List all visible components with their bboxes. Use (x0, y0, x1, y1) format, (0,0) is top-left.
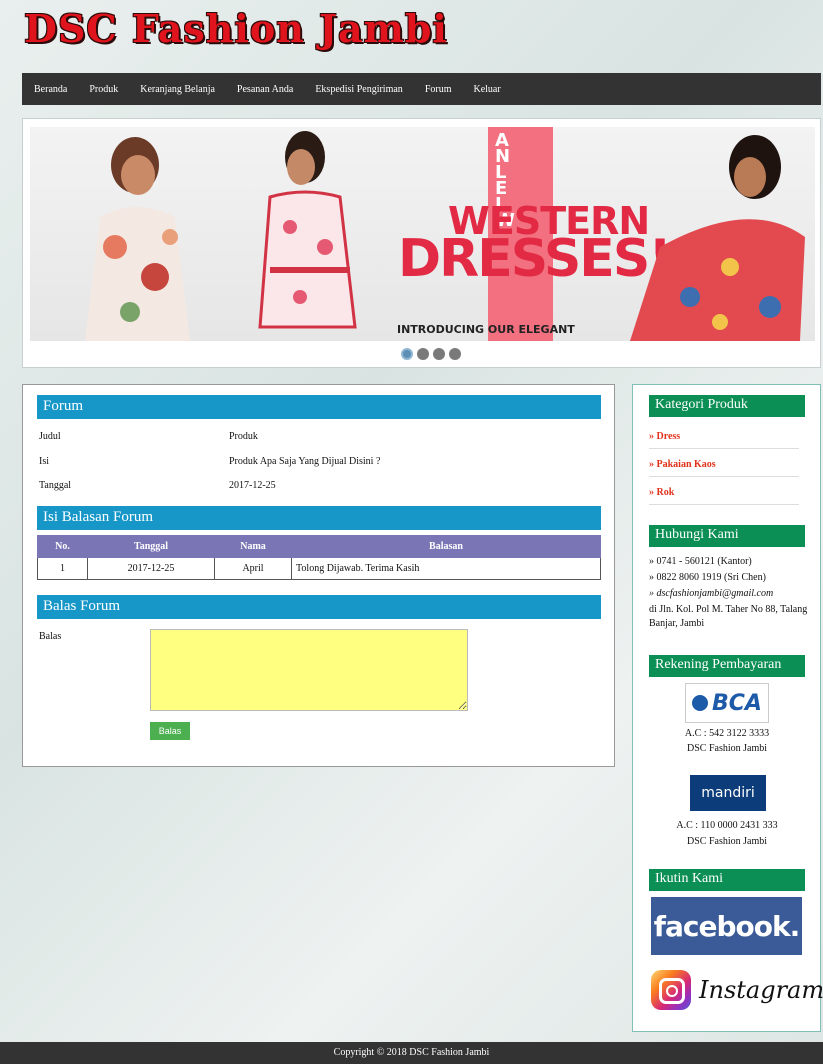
contact-phone-mobile: » 0822 8060 1919 (Sri Chen) (649, 572, 766, 583)
col-nama: Nama (214, 535, 292, 558)
main-nav: Beranda Produk Keranjang Belanja Pesanan… (22, 73, 821, 105)
model-figure-1 (85, 137, 190, 341)
bca-holder: DSC Fashion Jambi (686, 743, 767, 754)
site-title: DSC Fashion Jambi (24, 6, 448, 51)
reply-form-heading: Balas Forum (37, 595, 601, 619)
mandiri-holder: DSC Fashion Jambi (686, 836, 767, 847)
nav-ekspedisi-pengiriman[interactable]: Ekspedisi Pengiriman (315, 84, 403, 95)
facebook-link[interactable]: facebook. (651, 897, 802, 955)
cell-balasan: Tolong Dijawab. Terima Kasih (291, 557, 601, 580)
slider-dots (401, 348, 461, 360)
mandiri-account: A.C : 110 0000 2431 333 (676, 820, 778, 831)
footer: Copyright © 2018 DSC Fashion Jambi (0, 1042, 823, 1064)
field-label-judul: Judul (39, 431, 61, 442)
table-row: 1 2017-12-25 April Tolong Dijawab. Terim… (37, 557, 601, 580)
col-balasan: Balasan (291, 535, 601, 558)
category-pakaian-kaos[interactable]: » Pakaian Kaos (649, 459, 799, 477)
banner-image[interactable]: A N L E L W WESTERN DRESSES! INTRODUCING… (30, 127, 815, 341)
nav-pesanan-anda[interactable]: Pesanan Anda (237, 84, 293, 95)
model-figure-2 (258, 131, 357, 329)
col-no: No. (37, 535, 88, 558)
instagram-label: Instagram (699, 976, 823, 1004)
cell-tanggal: 2017-12-25 (87, 557, 215, 580)
page: DSC Fashion Jambi Beranda Produk Keranja… (10, 0, 823, 1040)
nav-keranjang-belanja[interactable]: Keranjang Belanja (140, 84, 215, 95)
cell-nama: April (214, 557, 292, 580)
reply-textarea[interactable] (150, 629, 468, 711)
mandiri-logo: mandiri (690, 775, 766, 811)
banner-slider: A N L E L W WESTERN DRESSES! INTRODUCING… (22, 118, 821, 368)
category-dress[interactable]: » Dress (649, 431, 799, 449)
follow-heading: Ikutin Kami (649, 869, 805, 891)
reply-submit-button[interactable]: Balas (150, 722, 190, 740)
bca-logo: BCA (685, 683, 769, 723)
bca-emblem-icon (692, 695, 709, 711)
replies-heading: Isi Balasan Forum (37, 506, 601, 530)
nav-produk[interactable]: Produk (89, 84, 118, 95)
nav-beranda[interactable]: Beranda (34, 84, 67, 95)
sidebar: Kategori Produk » Dress » Pakaian Kaos »… (632, 384, 823, 1032)
slider-dot-4[interactable] (449, 348, 461, 360)
banner-tagline: INTRODUCING OUR ELEGANT (397, 323, 575, 336)
instagram-link[interactable]: Instagram (651, 970, 823, 1010)
field-label-tanggal: Tanggal (39, 480, 72, 491)
replies-table: No. Tanggal Nama Balasan 1 2017-12-25 Ap… (37, 535, 601, 580)
forum-panel: Forum Judul Produk Isi Produk Apa Saja Y… (22, 384, 615, 767)
contact-email[interactable]: » dscfashionjambi@gmail.com (649, 587, 814, 601)
contact-address: di Jln. Kol. Pol M. Taher No 88, Talang … (649, 604, 808, 629)
reply-label: Balas (39, 631, 62, 642)
contact-phone-office: » 0741 - 560121 (Kantor) (649, 556, 752, 567)
categories-heading: Kategori Produk (649, 395, 805, 417)
cell-no: 1 (37, 557, 88, 580)
col-tanggal: Tanggal (87, 535, 215, 558)
field-label-isi: Isi (39, 456, 49, 467)
instagram-icon (651, 970, 691, 1010)
forum-heading: Forum (37, 395, 601, 419)
nav-forum[interactable]: Forum (425, 84, 452, 95)
field-value-judul: Produk (229, 431, 258, 442)
payment-heading: Rekening Pembayaran (649, 655, 805, 677)
contact-heading: Hubungi Kami (649, 525, 805, 547)
slider-dot-3[interactable] (433, 348, 445, 360)
category-rok[interactable]: » Rok (649, 487, 799, 505)
field-value-tanggal: 2017-12-25 (229, 480, 276, 491)
model-figure-3 (630, 135, 805, 341)
field-value-isi: Produk Apa Saja Yang Dijual Disini ? (229, 456, 381, 467)
slider-dot-2[interactable] (417, 348, 429, 360)
slider-dot-1[interactable] (401, 348, 413, 360)
bca-account: A.C : 542 3122 3333 (684, 728, 770, 739)
nav-keluar[interactable]: Keluar (473, 84, 500, 95)
